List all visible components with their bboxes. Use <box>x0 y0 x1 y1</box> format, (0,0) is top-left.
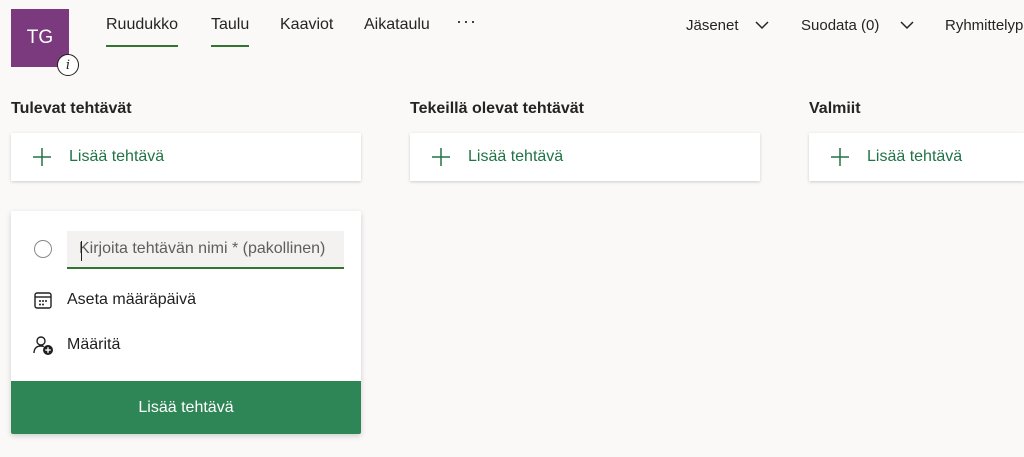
bucket-title: Tulevat tehtävät <box>11 100 132 117</box>
members-label: Jäsenet <box>686 17 739 34</box>
add-task-label: Lisää tehtävä <box>867 148 963 165</box>
members-dropdown[interactable]: Jäsenet <box>686 17 739 34</box>
tab-board-label: Taulu <box>211 16 250 33</box>
group-by-label: Ryhmittelyperuste <box>945 17 1024 34</box>
add-task-button[interactable]: Lisää tehtävä <box>410 133 760 181</box>
filter-label: Suodata (0) <box>801 17 880 34</box>
filter-dropdown[interactable]: Suodata (0) <box>801 17 879 34</box>
tab-grid-label: Ruudukko <box>106 16 179 33</box>
set-due-date-button[interactable]: Aseta määräpäivä <box>32 289 196 311</box>
tab-schedule-label: Aikataulu <box>364 16 430 33</box>
new-task-form: Aseta määräpäivä Määritä Lisää tehtävä <box>11 211 361 434</box>
info-icon[interactable]: i <box>57 54 79 76</box>
tab-grid[interactable]: Ruudukko <box>106 16 179 47</box>
task-name-input[interactable] <box>67 231 344 269</box>
text-caret <box>81 241 82 261</box>
chevron-down-icon[interactable] <box>754 19 770 31</box>
plus-icon <box>432 148 450 166</box>
avatar-initials: TG <box>26 27 54 48</box>
add-person-icon <box>33 336 53 355</box>
add-task-button[interactable]: Lisää tehtävä <box>11 133 361 181</box>
chevron-down-icon[interactable] <box>899 19 915 31</box>
tab-schedule[interactable]: Aikataulu <box>364 16 430 34</box>
plus-icon <box>831 148 849 166</box>
add-task-button[interactable]: Lisää tehtävä <box>809 133 1024 181</box>
group-by-dropdown[interactable]: Ryhmittelyperuste <box>945 17 1024 34</box>
bucket-title: Valmiit <box>809 100 861 117</box>
submit-label: Lisää tehtävä <box>138 398 234 416</box>
plus-icon <box>33 148 51 166</box>
tab-charts-label: Kaaviot <box>280 16 334 33</box>
assign-label: Määritä <box>67 336 121 353</box>
more-options-icon[interactable]: ··· <box>456 11 477 32</box>
assign-button[interactable]: Määritä <box>32 334 120 356</box>
calendar-icon <box>34 292 52 309</box>
add-task-label: Lisää tehtävä <box>468 148 564 165</box>
due-date-label: Aseta määräpäivä <box>67 291 196 308</box>
tab-board[interactable]: Taulu <box>211 16 250 47</box>
bucket-title: Tekeillä olevat tehtävät <box>410 100 584 117</box>
complete-task-radio[interactable] <box>34 240 52 258</box>
submit-add-task-button[interactable]: Lisää tehtävä <box>11 381 361 434</box>
add-task-label: Lisää tehtävä <box>69 148 165 165</box>
tab-charts[interactable]: Kaaviot <box>280 16 333 34</box>
